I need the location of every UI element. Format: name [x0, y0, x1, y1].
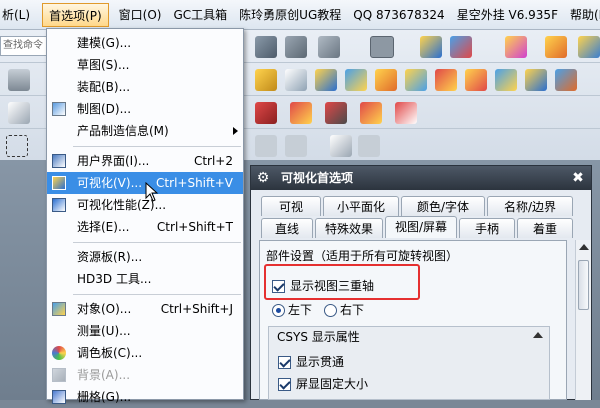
- user-interface-icon: [52, 154, 66, 168]
- gear-icon[interactable]: ⚙: [255, 170, 271, 186]
- menu-ug-tutorial[interactable]: 陈玲勇原创UG教程: [233, 3, 347, 27]
- toolbar-cylinder-icon[interactable]: [8, 69, 30, 91]
- toolbar-solid-icon[interactable]: [318, 36, 340, 58]
- visualization-icon: [52, 176, 66, 190]
- position-lower-left-radio[interactable]: [272, 304, 285, 317]
- toolbar-arc-icon[interactable]: [290, 102, 312, 124]
- toolbar-sweep-icon[interactable]: [525, 69, 547, 91]
- toolbar-spline-icon[interactable]: [255, 102, 277, 124]
- menu-item-resource-bar[interactable]: 资源板(R)...: [47, 246, 243, 268]
- toolbar-extrude-icon[interactable]: [255, 69, 277, 91]
- menu-item-background: 背景(A)...: [47, 364, 243, 386]
- toolbar-feature-icon[interactable]: [505, 36, 527, 58]
- tab-visual[interactable]: 可视: [261, 196, 321, 216]
- toolbar-csys-icon[interactable]: [450, 36, 472, 58]
- position-lower-right-label: 右下: [340, 303, 365, 317]
- preferences-menu: 建模(G)... 草图(S)... 装配(B)... 制图(D)... 产品制造…: [46, 28, 244, 404]
- menu-item-user-interface[interactable]: 用户界面(I)... Ctrl+2: [47, 150, 243, 172]
- scroll-up-icon[interactable]: [579, 244, 589, 250]
- toolbar-draft-icon[interactable]: [465, 69, 487, 91]
- toolbar-revolve-icon[interactable]: [315, 69, 337, 91]
- collapse-chevron-icon[interactable]: [533, 332, 543, 338]
- dialog-scrollbar[interactable]: [575, 240, 591, 400]
- snap-grid-icon[interactable]: [330, 135, 352, 157]
- callout-highlight: [264, 264, 420, 300]
- menu-window[interactable]: 窗口(O): [113, 3, 168, 27]
- tab-special-effects[interactable]: 特殊效果: [315, 218, 383, 238]
- menu-separator: [73, 146, 241, 147]
- toolbar-datum-icon[interactable]: [420, 36, 442, 58]
- toolbar-helix-icon[interactable]: [360, 102, 382, 124]
- toolbar-square-icon[interactable]: [370, 36, 394, 58]
- menu-item-selection[interactable]: 选择(E)... Ctrl+Shift+T: [47, 216, 243, 238]
- toolbar-box-icon[interactable]: [285, 69, 307, 91]
- menu-help[interactable]: 帮助(H): [564, 3, 600, 27]
- menu-analysis[interactable]: 析(L): [0, 3, 36, 27]
- drafting-icon: [52, 102, 66, 116]
- snap-quadrant-icon[interactable]: [358, 135, 380, 157]
- toolbar-hole-icon[interactable]: [345, 69, 367, 91]
- toolbar-offset-icon[interactable]: [495, 69, 517, 91]
- menu-item-grid[interactable]: 栅格(G)...: [47, 386, 243, 408]
- menu-plugin[interactable]: 星空外挂 V6.935F: [451, 3, 564, 27]
- show-through-checkbox[interactable]: [278, 356, 291, 369]
- menu-item-palette[interactable]: 调色板(C)...: [47, 342, 243, 364]
- toolbar-blend-icon[interactable]: [375, 69, 397, 91]
- selection-filter-icon[interactable]: [6, 135, 28, 157]
- section-header-part-settings: 部件设置（适用于所有可旋转视图）: [266, 249, 459, 263]
- submenu-arrow-icon: [233, 127, 238, 135]
- toolbar-shape-icon[interactable]: [255, 36, 277, 58]
- show-through-label: 显示贯通: [296, 355, 345, 369]
- tab-line[interactable]: 直线: [261, 218, 313, 238]
- menu-item-pmi[interactable]: 产品制造信息(M): [47, 120, 243, 142]
- menu-item-modeling[interactable]: 建模(G)...: [47, 32, 243, 54]
- menu-item-assembly[interactable]: 装配(B)...: [47, 76, 243, 98]
- menu-item-sketch[interactable]: 草图(S)...: [47, 54, 243, 76]
- menu-separator: [73, 242, 241, 243]
- tab-names-borders[interactable]: 名称/边界: [487, 196, 573, 216]
- scrollbar-thumb[interactable]: [578, 260, 589, 310]
- snap-center-icon[interactable]: [285, 135, 307, 157]
- menu-preferences[interactable]: 首选项(P): [42, 2, 109, 27]
- toolbar-shell-icon[interactable]: [578, 36, 600, 58]
- toolbar-trim-icon[interactable]: [435, 69, 457, 91]
- grid-icon: [52, 390, 66, 404]
- menubar: 析(L) 首选项(P) 窗口(O) GC工具箱 陈玲勇原创UG教程 QQ 873…: [0, 0, 600, 30]
- toolbar-mesh-icon[interactable]: [555, 69, 577, 91]
- toolbar-chamfer-icon[interactable]: [405, 69, 427, 91]
- tab-view-screen[interactable]: 视图/屏幕: [385, 216, 457, 238]
- close-icon[interactable]: ✖: [569, 169, 587, 187]
- mouse-cursor-icon: [145, 182, 159, 202]
- position-lower-left-label: 左下: [288, 303, 313, 317]
- toolbar-pattern-icon[interactable]: [545, 36, 567, 58]
- toolbar-curve-icon[interactable]: [8, 102, 30, 124]
- fixed-screen-size-label: 屏显固定大小: [296, 377, 369, 391]
- position-lower-right-radio[interactable]: [324, 304, 337, 317]
- object-icon: [52, 302, 66, 316]
- background-icon: [52, 368, 66, 382]
- menu-item-measure[interactable]: 测量(U)...: [47, 320, 243, 342]
- csys-group-title: CSYS 显示属性: [277, 330, 360, 344]
- tab-faceting[interactable]: 小平面化: [323, 196, 399, 216]
- menu-gc-toolbox[interactable]: GC工具箱: [167, 3, 233, 27]
- toolbar-text-curve-icon[interactable]: [395, 102, 417, 124]
- toolbar-bridge-icon[interactable]: [325, 102, 347, 124]
- toolbar-block-icon[interactable]: [285, 36, 307, 58]
- dialog-titlebar: ⚙ 可视化首选项 ✖: [251, 166, 591, 190]
- command-search-input[interactable]: 查找命令: [0, 36, 50, 56]
- menu-qq[interactable]: QQ 873678324: [347, 3, 450, 27]
- fixed-screen-size-checkbox[interactable]: [278, 378, 291, 391]
- menu-separator: [73, 294, 241, 295]
- tab-color-font[interactable]: 颜色/字体: [401, 196, 485, 216]
- tab-emphasis[interactable]: 着重: [517, 218, 573, 238]
- menu-item-drafting[interactable]: 制图(D)...: [47, 98, 243, 120]
- menu-item-hd3d[interactable]: HD3D 工具...: [47, 268, 243, 290]
- palette-icon: [52, 346, 66, 360]
- tab-handles[interactable]: 手柄: [459, 218, 515, 238]
- visualization-performance-icon: [52, 198, 66, 212]
- snap-point-icon[interactable]: [255, 135, 277, 157]
- dialog-title: 可视化首选项: [281, 171, 354, 185]
- menu-item-object[interactable]: 对象(O)... Ctrl+Shift+J: [47, 298, 243, 320]
